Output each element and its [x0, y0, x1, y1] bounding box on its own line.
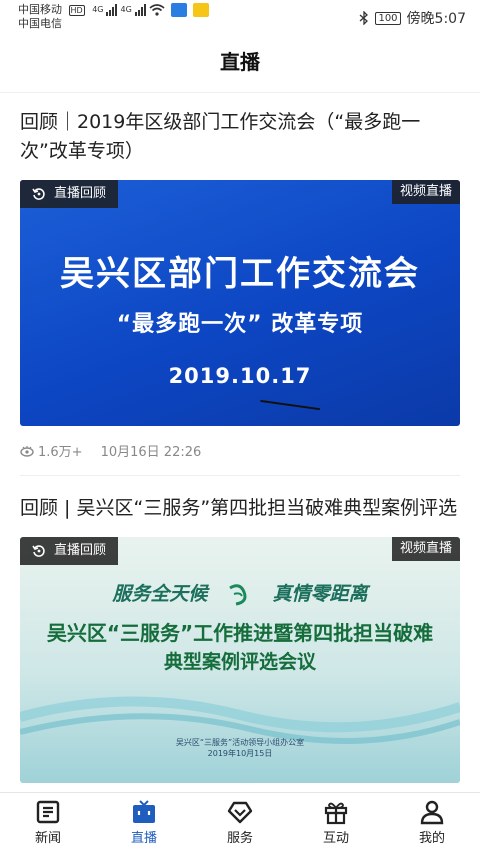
banner-date: 2019.10.17: [168, 364, 312, 388]
microphone-shape: [260, 399, 320, 413]
banner-subtitle: “最多跑一次” 改革专项: [116, 312, 364, 337]
heart-diamond-icon: [227, 801, 253, 824]
publish-time: 10月16日 22:26: [100, 445, 202, 460]
video-thumbnail[interactable]: 直播回顾 视频直播 吴兴区部门工作交流会 “最多跑一次” 改革专项 2019.1…: [20, 180, 460, 426]
bottom-tab-bar: 新闻 直播 服务 互动 我的: [0, 792, 480, 854]
hd-badge: HD: [68, 5, 85, 16]
video-live-tag: 视频直播: [391, 180, 460, 204]
page-title: 直播: [220, 50, 260, 74]
status-bar: 中国移动 HD 4G 4G 中国电信 100 傍晚5:07: [0, 0, 480, 36]
status-right: 100 傍晚5:07: [359, 8, 466, 28]
replay-tag: 直播回顾: [20, 537, 119, 565]
tab-label: 新闻: [34, 831, 61, 846]
banner-org: 吴兴区“三服务”活动领导小组办公室: [175, 738, 305, 747]
live-list[interactable]: 回顾｜2019年区级部门工作交流会（“最多跑一次”改革专项） 直播回顾 视频直播…: [0, 92, 480, 792]
video-live-tag: 视频直播: [391, 537, 460, 561]
news-icon: [36, 800, 60, 824]
battery-icon: 100: [375, 11, 401, 25]
app-notify-2-icon: [192, 3, 209, 17]
slogan-right: 真情零距离: [272, 583, 368, 605]
wifi-icon: [149, 4, 165, 16]
tab-interact[interactable]: 互动: [288, 793, 384, 854]
replay-tag-label: 直播回顾: [54, 543, 107, 558]
replay-tag-label: 直播回顾: [54, 186, 107, 201]
replay-tag: 直播回顾: [20, 180, 119, 208]
network-type-1: 4G: [92, 5, 104, 14]
view-count: 1.6万+: [20, 441, 83, 460]
list-item[interactable]: 回顾｜2019年区级部门工作交流会（“最多跑一次”改革专项） 直播回顾 视频直播…: [0, 93, 480, 476]
signal-bars-2-icon: [134, 4, 146, 16]
banner-title: 吴兴区“三服务”工作推进暨第四批担当破难: [46, 621, 434, 645]
article-title[interactable]: 回顾 | 吴兴区“三服务”第四批担当破难典型案例评选: [20, 476, 460, 523]
tab-profile[interactable]: 我的: [384, 793, 480, 854]
signal-group-1: 4G 4G: [92, 3, 209, 17]
bluetooth-icon: [360, 11, 369, 25]
tab-live[interactable]: 直播: [96, 793, 192, 854]
signal-bars-1-icon: [106, 4, 118, 16]
replay-icon: [32, 188, 45, 200]
carrier-2: 中国电信: [18, 17, 62, 30]
banner-footer: 吴兴区“三服务”活动领导小组办公室 2019年10月15日: [20, 737, 460, 759]
tv-icon: [133, 800, 155, 823]
banner-subtitle: 典型案例评选会议: [163, 651, 316, 673]
status-left: 中国移动 HD 4G 4G 中国电信: [18, 3, 209, 31]
slogan-left: 服务全天候: [112, 583, 208, 605]
banner-slogan: 服务全天候 真情零距离: [20, 579, 460, 606]
replay-icon: [32, 545, 45, 557]
tab-news[interactable]: 新闻: [0, 793, 96, 854]
article-meta: 1.6万+ 10月16日 22:26: [20, 426, 460, 476]
banner-date: 2019年10月15日: [207, 749, 273, 758]
tab-label: 互动: [322, 831, 349, 846]
gift-icon: [324, 802, 348, 825]
tab-label: 直播: [130, 831, 157, 846]
article-title[interactable]: 回顾｜2019年区级部门工作交流会（“最多跑一次”改革专项）: [20, 93, 460, 166]
service-logo-icon: [229, 584, 247, 606]
clock: 傍晚5:07: [406, 11, 466, 27]
tab-label: 我的: [418, 831, 445, 846]
tab-service[interactable]: 服务: [192, 793, 288, 854]
list-item[interactable]: 回顾 | 吴兴区“三服务”第四批担当破难典型案例评选 直播回顾 视频直播 服务全…: [0, 476, 480, 783]
eye-icon: [20, 445, 34, 457]
network-type-2: 4G: [120, 5, 132, 14]
video-thumbnail[interactable]: 直播回顾 视频直播 服务全天候 真情零距离 吴兴区“三服务”工作推进暨第四批担当…: [20, 537, 460, 783]
app-notify-icon: [170, 3, 187, 17]
tab-label: 服务: [226, 831, 253, 846]
view-count-text: 1.6万+: [38, 445, 83, 460]
carrier-1: 中国移动: [18, 3, 62, 16]
banner-title: 吴兴区部门工作交流会: [60, 254, 420, 294]
user-icon: [420, 800, 444, 825]
